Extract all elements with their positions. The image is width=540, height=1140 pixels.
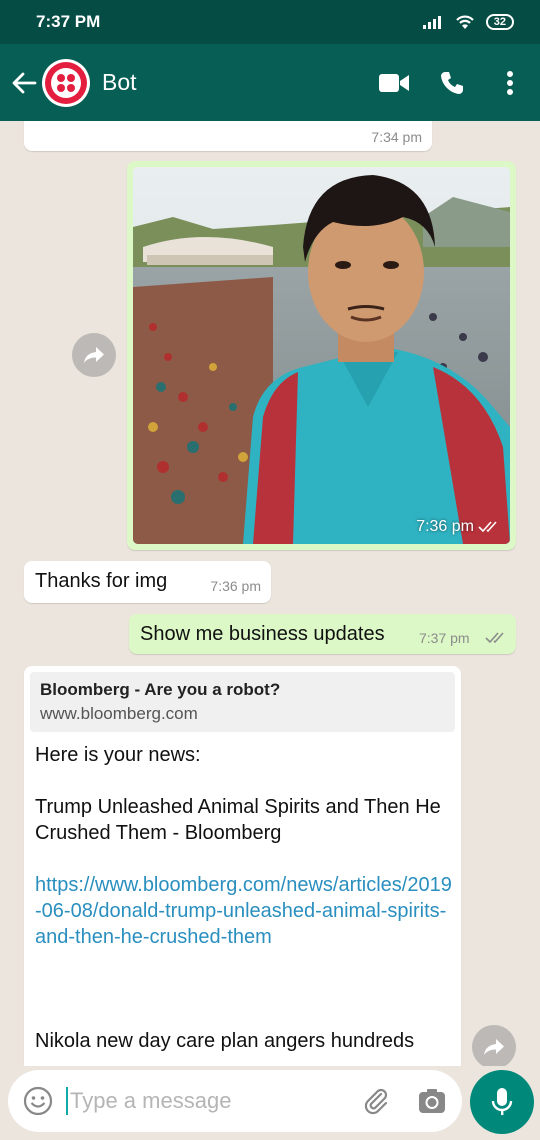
video-call-button[interactable] (374, 63, 414, 103)
news-next-headline: Nikola new day care plan angers hundreds (35, 1030, 415, 1052)
battery-icon: 32 (485, 14, 514, 30)
read-ticks-icon (485, 632, 504, 644)
back-arrow-icon (12, 72, 37, 93)
microphone-icon (491, 1088, 513, 1115)
camera-icon (419, 1089, 445, 1113)
signal-icon (422, 16, 441, 29)
voice-call-button[interactable] (432, 63, 472, 103)
paperclip-icon (364, 1088, 388, 1115)
link-preview-domain: www.bloomberg.com (40, 704, 198, 723)
video-camera-icon (379, 73, 409, 92)
wifi-icon (455, 15, 474, 29)
message-time: 7:37 pm (419, 630, 470, 646)
message-time: 7:34 pm (371, 129, 422, 145)
message-time: 7:36 pm (210, 578, 261, 594)
read-ticks-icon (478, 521, 497, 533)
voice-message-button[interactable] (470, 1070, 534, 1134)
image-timestamp: 7:36 pm (416, 518, 500, 536)
message-body: Here is your news: Trump Unleashed Anima… (35, 742, 455, 1066)
link-preview-title: Bloomberg - Are you a robot? (40, 680, 281, 699)
news-headline: Trump Unleashed Animal Spirits and Then … (35, 796, 441, 844)
text-cursor (66, 1087, 68, 1115)
status-bar: 7:37 PM 32 (0, 0, 540, 44)
avatar[interactable] (42, 58, 90, 107)
message-bubble-incoming[interactable]: 7:34 pm (24, 121, 432, 151)
message-input[interactable]: Type a message (70, 1088, 356, 1114)
status-time: 7:37 PM (36, 12, 101, 31)
link-preview[interactable]: Bloomberg - Are you a robot? www.bloombe… (30, 672, 455, 732)
menu-button[interactable] (490, 63, 530, 103)
message-text: Show me business updates (140, 623, 385, 645)
back-button[interactable] (6, 63, 42, 103)
attach-button[interactable] (356, 1081, 396, 1121)
message-time: 7:36 pm (416, 518, 474, 535)
message-input-bar: Type a message (8, 1070, 462, 1132)
message-bubble-outgoing[interactable]: Show me business updates 7:37 pm (129, 614, 516, 654)
status-icons: 32 (422, 13, 514, 31)
photo[interactable]: 7:36 pm (133, 167, 510, 544)
forward-button[interactable] (472, 1025, 516, 1066)
message-text: Thanks for img (35, 570, 168, 592)
image-message[interactable]: 7:36 pm (127, 161, 516, 550)
twilio-logo-icon (45, 61, 87, 104)
news-intro: Here is your news: (35, 744, 201, 766)
emoji-button[interactable] (18, 1081, 58, 1121)
forward-arrow-icon (84, 347, 104, 363)
news-link[interactable]: https://www.bloomberg.com/news/articles/… (35, 872, 455, 950)
phone-icon (441, 71, 463, 94)
chat-name[interactable]: Bot (102, 69, 374, 96)
more-vertical-icon (507, 70, 513, 95)
emoji-icon (23, 1086, 53, 1116)
camera-button[interactable] (412, 1081, 452, 1121)
message-bubble-incoming[interactable]: Thanks for img 7:36 pm (24, 561, 271, 603)
selfie-photo (133, 167, 510, 544)
chat-header: Bot (0, 44, 540, 121)
forward-arrow-icon (484, 1039, 504, 1055)
link-message[interactable]: Bloomberg - Are you a robot? www.bloombe… (24, 666, 461, 1066)
chat-area[interactable]: 7:34 pm 7:36 pm Thanks for img 7:36 pm S… (0, 121, 540, 1066)
forward-button[interactable] (72, 333, 116, 377)
